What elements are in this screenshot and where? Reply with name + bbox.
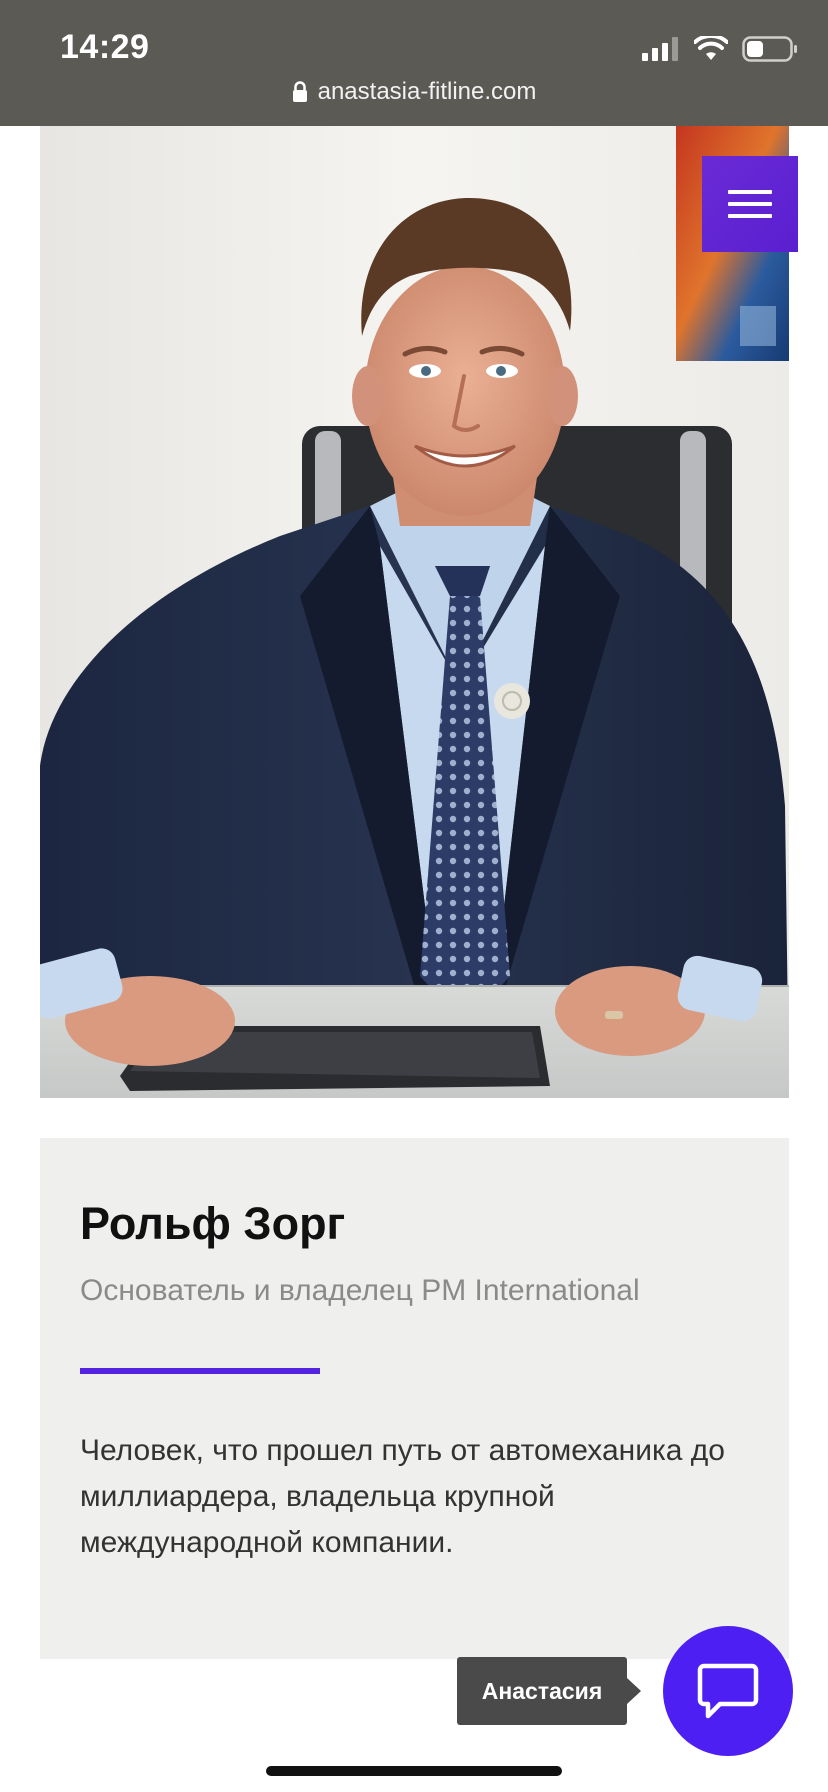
- founder-info-card: Рольф Зорг Основатель и владелец PM Inte…: [40, 1138, 789, 1659]
- menu-icon-bar: [728, 202, 772, 206]
- founder-description: Человек, что прошел путь от автомеханика…: [80, 1434, 725, 1559]
- founder-portrait-illustration: [40, 126, 789, 1098]
- home-indicator[interactable]: [266, 1766, 562, 1776]
- address-bar-url: anastasia-fitline.com: [317, 78, 537, 105]
- wifi-icon: [694, 36, 728, 60]
- status-time: 14:29: [60, 28, 150, 66]
- address-bar[interactable]: anastasia-fitline.com: [0, 78, 828, 106]
- screen: 14:29 anastasia-fitline.com Рольф Зорг О…: [0, 0, 828, 1792]
- signal-icon: [642, 37, 678, 61]
- battery-icon: [742, 36, 797, 62]
- menu-button[interactable]: [702, 156, 798, 252]
- menu-icon-bar: [728, 214, 772, 218]
- lock-icon: [292, 81, 307, 102]
- chat-icon: [697, 1663, 759, 1719]
- status-icons: [642, 36, 798, 62]
- menu-icon: [728, 190, 772, 194]
- browser-status-bar: 14:29 anastasia-fitline.com: [0, 0, 828, 126]
- chat-agent-name: Анастасия: [481, 1677, 603, 1704]
- founder-name: Рольф Зорг: [80, 1198, 346, 1249]
- founder-role: Основатель и владелец PM International: [80, 1274, 640, 1307]
- accent-divider: [80, 1368, 320, 1374]
- chat-button[interactable]: [663, 1626, 793, 1756]
- chat-agent-tooltip[interactable]: Анастасия: [457, 1657, 641, 1725]
- founder-photo: [40, 126, 789, 1098]
